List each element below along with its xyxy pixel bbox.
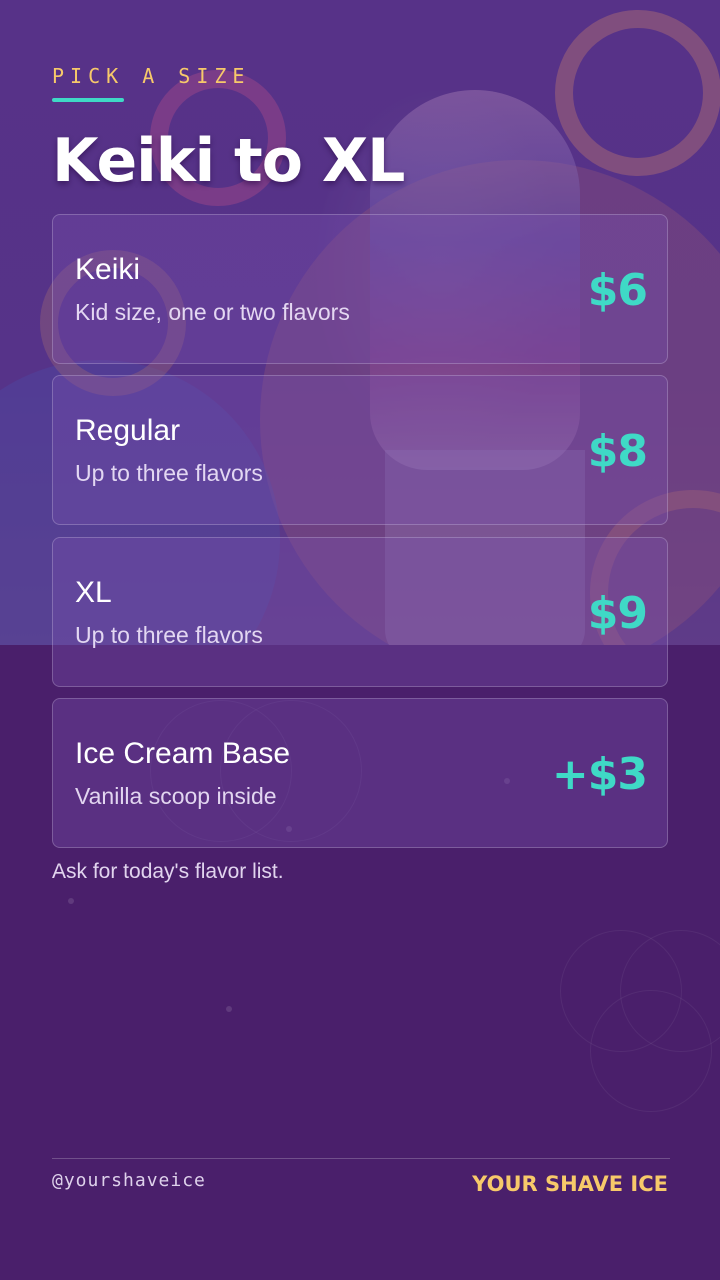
flavor-note: Ask for today's flavor list. xyxy=(52,860,284,883)
menu-item-ice-cream-base: Ice Cream Base Vanilla scoop inside +$3 xyxy=(52,698,668,848)
menu-item-name: XL xyxy=(75,576,112,609)
footer-divider xyxy=(52,1158,670,1159)
menu-item-description: Kid size, one or two flavors xyxy=(75,299,350,325)
brand-name: YOUR SHAVE ICE xyxy=(472,1172,668,1196)
menu-item-regular: Regular Up to three flavors $8 xyxy=(52,375,668,525)
social-handle: @yourshaveice xyxy=(52,1170,206,1191)
menu-item-price: $8 xyxy=(587,426,648,477)
menu-item-description: Vanilla scoop inside xyxy=(75,783,277,809)
menu-item-description: Up to three flavors xyxy=(75,460,263,486)
menu-item-name: Regular xyxy=(75,414,181,447)
menu-board: PICK A SIZE Keiki to XL Keiki Kid size, … xyxy=(0,0,720,1280)
menu-item-description: Up to three flavors xyxy=(75,622,263,648)
menu-item-price: $9 xyxy=(587,588,648,639)
menu-item-xl: XL Up to three flavors $9 xyxy=(52,537,668,687)
menu-item-price: +$3 xyxy=(551,749,648,800)
sparkle-dot xyxy=(68,898,74,904)
section-kicker: PICK A SIZE xyxy=(52,64,251,88)
menu-item-keiki: Keiki Kid size, one or two flavors $6 xyxy=(52,214,668,364)
menu-item-name: Ice Cream Base xyxy=(75,737,291,770)
kicker-underline xyxy=(52,98,124,102)
scale-pattern-decoration xyxy=(590,990,712,1112)
menu-item-price: $6 xyxy=(587,265,648,316)
sparkle-dot xyxy=(226,1006,232,1012)
menu-item-name: Keiki xyxy=(75,253,141,286)
page-title: Keiki to XL xyxy=(52,126,405,196)
